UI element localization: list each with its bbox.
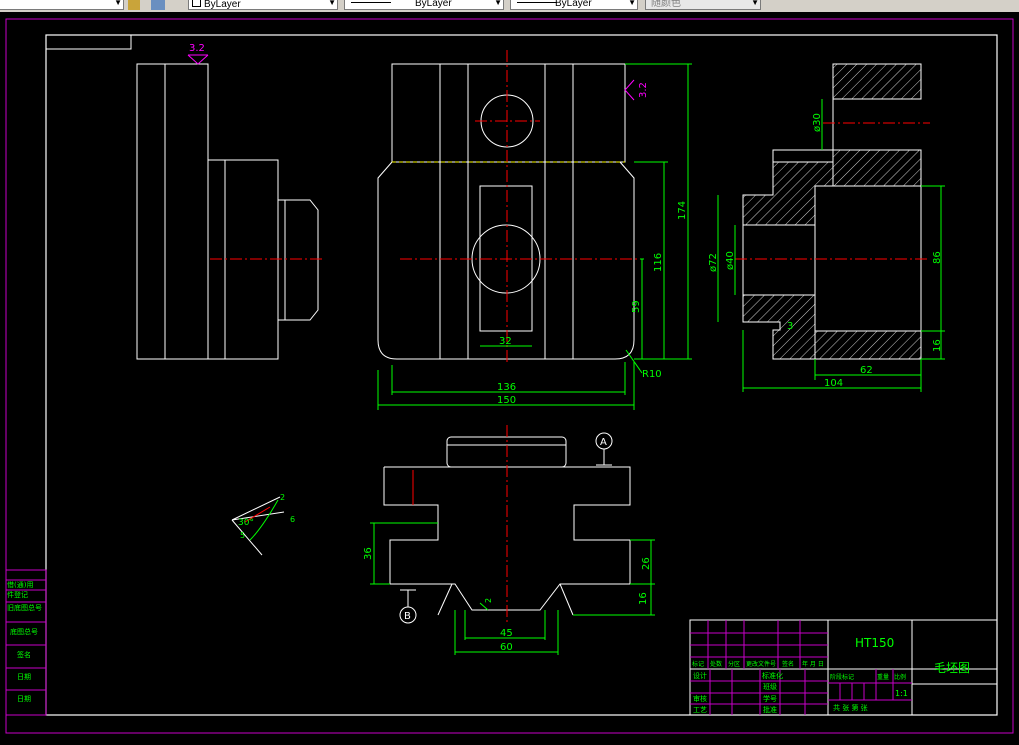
outer-sheet-border [5,18,1014,734]
datum-b-label: B [404,611,411,622]
drawing-name: 毛坯图 [934,661,970,675]
dim-16-right: 16 [932,339,943,352]
tb-process: 工艺 [693,706,707,714]
dim-174: 174 [677,201,688,220]
dim-32: 32 [499,336,512,347]
dim-59: 59 [631,300,642,313]
sidebar-row-4: 签名 [17,650,31,659]
dim-2: 2 [484,598,493,603]
sidebar-row-2: 旧底图总号 [7,603,42,612]
draft-angle-detail: 30° 2 5 6 [231,493,295,556]
tb-standardize: 标准化 [762,671,783,680]
sidebar-row-6: 日期 [17,695,31,703]
tb-header-2: 分区 [728,660,740,668]
chevron-down-icon: ▼ [628,0,636,7]
tb-class: 班级 [763,682,777,691]
linetype-preview [351,2,391,3]
tb-sheets: 共 张 第 张 [833,703,868,712]
dim-45: 45 [500,628,513,639]
dim-3: 3 [787,321,793,332]
left-side-view [136,63,325,360]
dim-60: 60 [500,642,513,653]
dim-26: 26 [641,557,652,570]
dim-116: 116 [653,253,664,272]
lineweight-preview [517,2,557,3]
dim-36: 36 [363,547,374,560]
angle-30: 30° [238,518,254,528]
dim-16-bottom: 16 [638,592,649,605]
angle-5: 5 [240,531,245,540]
front-view [377,50,640,365]
datum-a-symbol: A [595,432,613,466]
dim-r10: R10 [642,369,662,380]
roughness-right: 3.2 [624,79,649,101]
tb-student-no: 学号 [763,694,777,703]
dim-136: 136 [497,382,516,393]
sidebar-row-0: 借(通)用 [7,580,33,589]
roughness-left: 3.2 [187,43,209,65]
color-swatch-icon [192,0,201,7]
tb-check: 审核 [693,694,707,703]
dim-86: 86 [932,251,943,264]
layer-dropdown-tail[interactable]: ▼ [0,0,124,10]
sidebar-row-1: 件登记 [7,590,28,599]
roughness-label-right: 3.2 [638,82,649,98]
chevron-down-icon: ▼ [751,0,759,7]
chevron-down-icon: ▼ [328,0,336,7]
angle-2: 2 [280,493,285,502]
sidebar-row-3: 底图总号 [10,627,38,636]
code-box [45,34,132,50]
material-label: HT150 [855,636,894,650]
revision-sidebar: 借(通)用 件登记 旧底图总号 底图总号 签名 日期 日期 [5,569,47,716]
scale-label: 1:1 [895,689,908,698]
bottom-view [383,425,631,625]
right-section-view [735,63,930,360]
datum-a-label: A [600,437,607,448]
lineweight-dropdown[interactable]: ByLayer ▼ [510,0,638,10]
tb-header-5: 年 月 日 [802,660,824,668]
tb-header-1: 处数 [710,660,722,668]
title-block-text: HT150 毛坯图 1:1 标记 处数 分区 更改文件号 签名 年 月 日 设计… [692,636,970,714]
chevron-down-icon: ▼ [114,0,122,7]
layer-manager-icon[interactable] [128,0,140,10]
chevron-down-icon: ▼ [494,0,502,7]
sidebar-row-5: 日期 [17,673,31,681]
tb-stage-mark: 阶段标记 [830,673,854,681]
color-dropdown[interactable]: ByLayer ▼ [188,0,338,10]
linetype-dropdown[interactable]: ByLayer ▼ [344,0,504,10]
drawing-canvas[interactable]: 3.2 3.2 174 116 59 32 136 150 R10 ø30 ø7… [0,12,1019,741]
dim-d40: ø40 [725,251,736,270]
tb-design: 设计 [693,671,707,680]
tb-header-4: 签名 [782,660,794,668]
dim-104: 104 [824,378,843,389]
dim-62: 62 [860,365,873,376]
dim-150: 150 [497,395,516,406]
tb-header-3: 更改文件号 [746,660,776,668]
tb-weight: 重量 [877,673,889,681]
datum-b-symbol: B [399,589,417,624]
angle-6: 6 [290,515,295,524]
plotstyle-dropdown[interactable]: 随颜色 ▼ [645,0,761,10]
roughness-label-left: 3.2 [189,43,205,54]
layer-states-icon[interactable] [151,0,165,10]
drawing-svg: 3.2 3.2 174 116 59 32 136 150 R10 ø30 ø7… [5,18,1014,734]
tb-ratio: 比例 [894,673,906,681]
tb-header-0: 标记 [692,660,704,668]
tb-approve: 批准 [763,705,777,714]
front-dimensions [377,63,692,410]
dim-d72: ø72 [708,253,719,272]
dim-d30: ø30 [812,113,823,132]
